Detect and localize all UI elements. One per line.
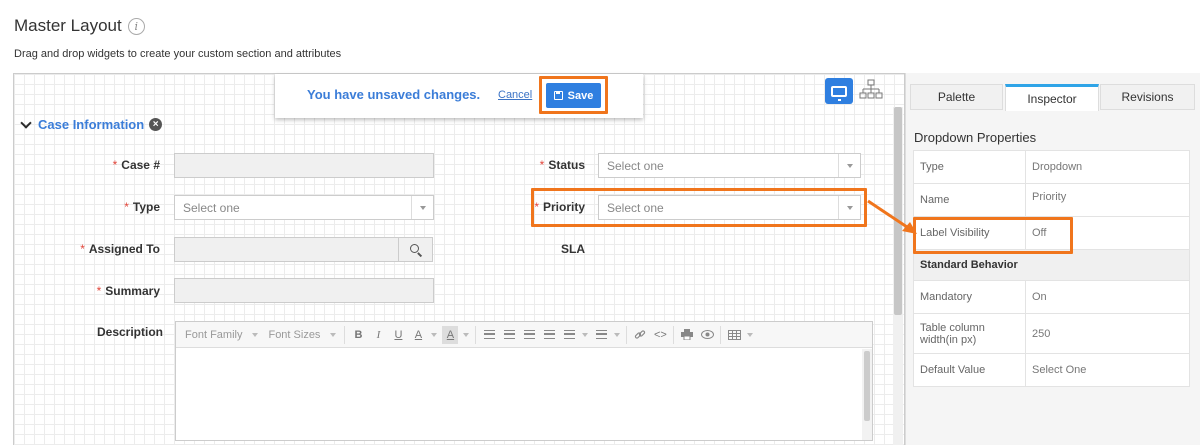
annotation-arrow-icon (867, 199, 917, 234)
property-key: Name (913, 183, 1026, 217)
align-center-icon[interactable] (501, 326, 517, 344)
font-color-button[interactable]: A (410, 326, 426, 344)
required-asterisk: * (112, 158, 118, 172)
properties-title: Dropdown Properties (914, 130, 1037, 145)
unsaved-changes-message: You have unsaved changes. (307, 87, 481, 102)
table-icon[interactable] (726, 326, 742, 344)
summary-input[interactable] (174, 278, 434, 303)
type-select[interactable]: Select one (174, 195, 434, 220)
tab-palette[interactable]: Palette (910, 84, 1003, 110)
chevron-down-icon (838, 154, 860, 177)
background-color-button[interactable]: A (442, 325, 459, 344)
priority-highlight (531, 188, 867, 227)
property-value[interactable]: Priority (1025, 183, 1190, 217)
property-row: Default Value Select One (913, 353, 1190, 387)
print-icon[interactable] (679, 326, 695, 344)
underline-button[interactable]: U (390, 326, 406, 344)
page-subtitle: Drag and drop widgets to create your cus… (14, 48, 342, 60)
property-row: Mandatory On (913, 280, 1190, 314)
sla-label: SLA (561, 242, 585, 256)
assigned-to-label: * Assigned To (80, 242, 160, 256)
align-right-icon[interactable] (521, 326, 537, 344)
font-family-dropdown[interactable]: Font Family (180, 326, 263, 344)
monitor-icon (831, 85, 847, 101)
property-value[interactable]: On (1025, 280, 1190, 314)
desktop-view-button[interactable] (825, 78, 853, 104)
save-highlight (539, 76, 608, 114)
section-header[interactable]: Case Information × (20, 116, 163, 132)
hierarchy-view-icon[interactable] (859, 79, 883, 103)
bullet-list-icon[interactable] (561, 326, 577, 344)
case-number-input[interactable] (174, 153, 434, 178)
property-key: Table column width(in px) (913, 313, 1026, 354)
font-sizes-dropdown[interactable]: Font Sizes (263, 326, 341, 344)
editor-toolbar: Font Family Font Sizes B I U A A <> (176, 322, 872, 348)
property-key: Mandatory (913, 280, 1026, 314)
editor-scrollbar[interactable] (862, 349, 872, 440)
chevron-down-icon (411, 196, 433, 219)
property-value[interactable]: Select One (1025, 353, 1190, 387)
tab-inspector[interactable]: Inspector (1005, 84, 1099, 111)
label-visibility-highlight (913, 217, 1073, 254)
bold-button[interactable]: B (350, 326, 366, 344)
page-title-text: Master Layout (14, 16, 122, 35)
info-icon[interactable]: i (127, 17, 145, 35)
property-row: Name Priority (913, 183, 1190, 217)
status-select[interactable]: Select one (598, 153, 861, 178)
preview-icon[interactable] (699, 326, 715, 344)
type-label: * Type (124, 200, 160, 214)
description-editor[interactable]: Font Family Font Sizes B I U A A <> (175, 321, 873, 441)
source-code-button[interactable]: <> (652, 326, 668, 344)
page-title: Master Layout i (14, 16, 145, 36)
chevron-down-icon[interactable] (20, 116, 32, 129)
description-label: Description (96, 325, 163, 339)
align-left-icon[interactable] (481, 326, 497, 344)
required-asterisk: * (124, 200, 129, 214)
assigned-to-search-button[interactable] (399, 237, 433, 262)
summary-label: * Summary (96, 284, 160, 298)
properties-table: Type Dropdown Name Priority Label Visibi… (913, 150, 1190, 387)
required-asterisk: * (539, 158, 545, 172)
assigned-to-input[interactable] (174, 237, 399, 262)
property-value[interactable]: Dropdown (1025, 150, 1190, 184)
search-icon (410, 244, 419, 253)
property-value[interactable]: 250 (1025, 313, 1190, 354)
property-key: Type (913, 150, 1026, 184)
property-section-row: Standard Behavior (913, 249, 1190, 281)
status-select-value: Select one (607, 158, 664, 173)
section-title: Case Information (38, 117, 145, 132)
property-key: Default Value (913, 353, 1026, 387)
property-row: Type Dropdown (913, 150, 1190, 184)
numbered-list-icon[interactable] (593, 326, 609, 344)
cancel-link[interactable]: Cancel (498, 89, 532, 101)
remove-section-icon[interactable]: × (149, 118, 163, 131)
status-label: * Status (539, 158, 585, 172)
type-select-value: Select one (183, 200, 240, 215)
case-number-label: * Case # (112, 158, 160, 172)
property-row: Table column width(in px) 250 (913, 313, 1190, 354)
align-justify-icon[interactable] (541, 326, 557, 344)
tab-revisions[interactable]: Revisions (1100, 84, 1195, 110)
required-asterisk: * (80, 242, 85, 256)
property-section-label: Standard Behavior (913, 249, 1190, 281)
italic-button[interactable]: I (370, 326, 386, 344)
required-asterisk: * (96, 284, 102, 298)
link-icon[interactable] (632, 326, 648, 344)
